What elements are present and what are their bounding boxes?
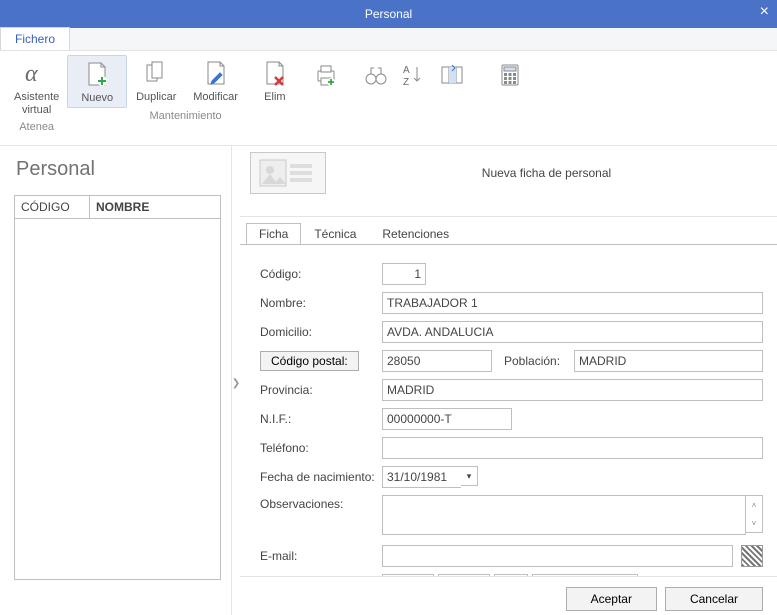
- nombre-field[interactable]: [382, 292, 763, 314]
- label-nif: N.I.F.:: [260, 412, 382, 426]
- ribbon-tab-strip: Fichero: [0, 28, 777, 51]
- alpha-icon: α: [21, 57, 53, 89]
- ribbon-group-mantenimiento: Nuevo Duplicar Modificar Elim M: [67, 55, 304, 122]
- duplicate-icon: [140, 57, 172, 89]
- left-pane: Personal CÓDIGO NOMBRE: [0, 146, 232, 615]
- spinner-up-icon[interactable]: ˄: [746, 496, 762, 514]
- codpostal-field[interactable]: [382, 350, 492, 372]
- observaciones-field[interactable]: [382, 495, 746, 535]
- ribbon-tab-fichero[interactable]: Fichero: [0, 27, 70, 50]
- label-poblacion: Población:: [504, 354, 574, 368]
- label-nombre: Nombre:: [260, 296, 382, 310]
- grid-col-nombre[interactable]: NOMBRE: [90, 196, 220, 218]
- new-document-icon: [81, 58, 113, 90]
- ribbon: α Asistente virtual Atenea Nuevo Duplica…: [0, 51, 777, 146]
- section-title: Personal: [16, 158, 221, 181]
- ribbon-group-extra: AZ: [310, 55, 526, 93]
- label-obs: Observaciones:: [260, 495, 382, 511]
- date-dropdown-icon[interactable]: ▾: [461, 466, 478, 486]
- label-email: E-mail:: [260, 549, 382, 563]
- nuevo-button[interactable]: Nuevo: [67, 55, 127, 108]
- obs-spinner[interactable]: ˄ ˅: [746, 495, 763, 533]
- svg-text:A: A: [403, 65, 410, 76]
- telefono-field[interactable]: [382, 437, 763, 459]
- modificar-button[interactable]: Modificar: [185, 55, 246, 108]
- email-field[interactable]: [382, 545, 733, 567]
- poblacion-field[interactable]: [574, 350, 763, 372]
- fecha-nacimiento-field[interactable]: ▾: [382, 466, 478, 488]
- personal-grid[interactable]: CÓDIGO NOMBRE: [14, 195, 221, 580]
- svg-text:α: α: [25, 61, 38, 87]
- dialog-footer: Aceptar Cancelar: [240, 576, 777, 615]
- calculator-icon[interactable]: [494, 59, 526, 91]
- title-bar: Personal ×: [0, 0, 777, 28]
- cancelar-button[interactable]: Cancelar: [665, 587, 763, 611]
- spinner-down-icon[interactable]: ˅: [746, 514, 762, 532]
- eliminar-button[interactable]: Elim: [246, 55, 304, 108]
- dialog-title: Nueva ficha de personal: [326, 166, 767, 180]
- aceptar-button[interactable]: Aceptar: [566, 587, 657, 611]
- asistente-virtual-button[interactable]: α Asistente virtual: [6, 55, 67, 119]
- label-codpostal: Código postal:: [260, 351, 382, 371]
- edit-document-icon: [200, 57, 232, 89]
- qr-icon[interactable]: [741, 545, 763, 567]
- close-icon[interactable]: ×: [760, 4, 769, 20]
- ribbon-group-caption-mant: Mantenimiento: [67, 110, 304, 122]
- provincia-field[interactable]: [382, 379, 763, 401]
- sort-az-icon[interactable]: AZ: [398, 59, 430, 91]
- photo-placeholder[interactable]: [250, 152, 326, 194]
- binoculars-icon[interactable]: [360, 59, 392, 91]
- grid-col-codigo[interactable]: CÓDIGO: [15, 196, 90, 218]
- tab-ficha[interactable]: Ficha: [246, 223, 301, 245]
- codigo-postal-button[interactable]: Código postal:: [260, 351, 359, 371]
- delete-document-icon: [259, 57, 291, 89]
- dialog-header: Nueva ficha de personal: [240, 146, 777, 217]
- content-area: Personal CÓDIGO NOMBRE ❯ Nueva ficha de …: [0, 146, 777, 615]
- form-ficha: Código: Nombre: Domicilio: Código postal…: [240, 244, 777, 576]
- grid-header: CÓDIGO NOMBRE: [15, 196, 220, 219]
- label-domicilio: Domicilio:: [260, 325, 382, 339]
- ribbon-group-atenea: α Asistente virtual Atenea: [6, 55, 67, 133]
- label-provincia: Provincia:: [260, 383, 382, 397]
- fnac-input[interactable]: [382, 466, 461, 488]
- tab-strip: Ficha Técnica Retenciones: [246, 223, 777, 245]
- splitter-handle[interactable]: ❯: [232, 146, 240, 615]
- grid-body[interactable]: [15, 219, 220, 579]
- label-telefono: Teléfono:: [260, 441, 382, 455]
- svg-text:Z: Z: [403, 77, 409, 88]
- codigo-field[interactable]: [382, 263, 426, 285]
- dialog-panel: Nueva ficha de personal Ficha Técnica Re…: [240, 146, 777, 615]
- label-codigo: Código:: [260, 267, 382, 281]
- ribbon-group-caption-atenea: Atenea: [19, 121, 54, 133]
- tab-retenciones[interactable]: Retenciones: [369, 223, 462, 245]
- label-fnac: Fecha de nacimiento:: [260, 470, 382, 484]
- nif-field[interactable]: [382, 408, 512, 430]
- duplicar-button[interactable]: Duplicar: [127, 55, 185, 108]
- print-icon[interactable]: [310, 59, 342, 91]
- domicilio-field[interactable]: [382, 321, 763, 343]
- tab-tecnica[interactable]: Técnica: [301, 223, 369, 245]
- window-title: Personal: [365, 7, 412, 21]
- columns-icon[interactable]: [436, 59, 468, 91]
